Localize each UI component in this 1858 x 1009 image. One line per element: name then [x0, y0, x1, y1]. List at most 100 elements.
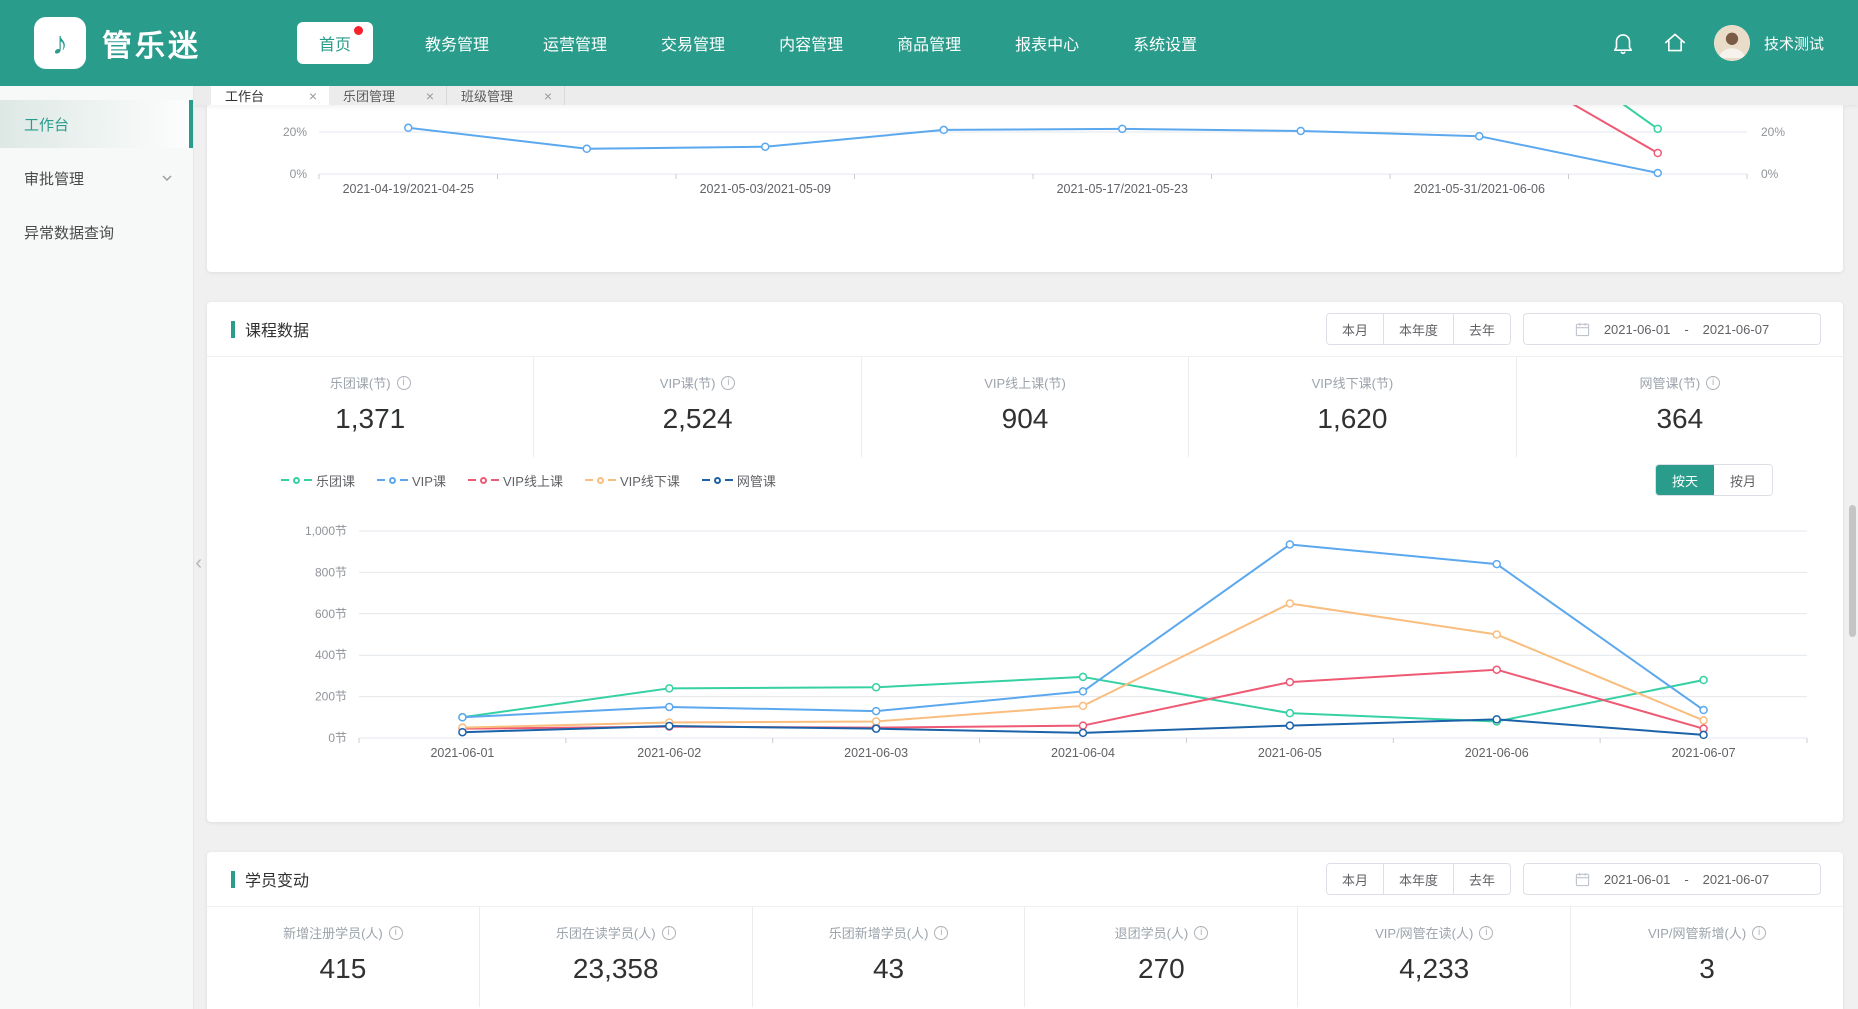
period-month-button[interactable]: 本月 — [1327, 314, 1384, 344]
date-end-value[interactable]: 2021-06-07 — [1703, 872, 1770, 887]
stat-label: 退团学员(人) — [1115, 923, 1189, 942]
user-name[interactable]: 技术测试 — [1764, 33, 1824, 54]
legend-label: VIP课 — [412, 471, 446, 490]
user-avatar[interactable] — [1714, 25, 1750, 61]
info-icon[interactable]: i — [1706, 376, 1720, 390]
top-navbar: ♪ 管乐迷 首页 教务管理 运营管理 交易管理 内容管理 商品管理 报表中心 系… — [0, 0, 1858, 86]
svg-text:20%: 20% — [1761, 125, 1785, 139]
sidebar-item-abnormal-data[interactable]: 异常数据查询 — [0, 208, 193, 256]
date-range-picker[interactable]: 2021-06-01 - 2021-06-07 — [1523, 863, 1821, 895]
stat-value: 1,620 — [1189, 403, 1515, 435]
title-accent-bar — [231, 871, 235, 888]
info-icon[interactable]: i — [1479, 926, 1493, 940]
weekly-rate-card: 20%20%0%0%2021-04-19/2021-04-252021-05-0… — [207, 105, 1843, 272]
tab-workbench[interactable]: 工作台 × — [211, 86, 329, 105]
tab-class-label: 班级管理 — [461, 86, 513, 105]
sidebar-collapse-icon[interactable]: ‹ — [195, 552, 202, 575]
nav-item-operation[interactable]: 运营管理 — [541, 22, 609, 64]
info-icon[interactable]: i — [1194, 926, 1208, 940]
stat-orchestra-enrolled: 乐团在读学员(人)i 23,358 — [480, 907, 753, 1007]
date-start-value[interactable]: 2021-06-01 — [1604, 322, 1671, 337]
nav-item-trade[interactable]: 交易管理 — [659, 22, 727, 64]
svg-text:2021-05-31/2021-06-06: 2021-05-31/2021-06-06 — [1414, 182, 1545, 196]
students-stats-row: 新增注册学员(人)i 415 乐团在读学员(人)i 23,358 乐团新增学员(… — [207, 907, 1843, 1007]
svg-text:0%: 0% — [1761, 167, 1779, 181]
bell-icon[interactable] — [1610, 30, 1636, 56]
period-lastyear-button[interactable]: 去年 — [1454, 314, 1510, 344]
info-icon[interactable]: i — [662, 926, 676, 940]
stat-label: 网管课(节) — [1639, 373, 1700, 392]
stat-label: 新增注册学员(人) — [283, 923, 383, 942]
legend-item-vip-offline[interactable]: VIP线下课 — [585, 471, 680, 490]
stat-label: VIP课(节) — [660, 373, 716, 392]
legend-label: VIP线上课 — [503, 471, 563, 490]
legend-item-netmanage[interactable]: 网管课 — [702, 471, 776, 490]
date-range-picker[interactable]: 2021-06-01 - 2021-06-07 — [1523, 313, 1821, 345]
svg-text:2021-06-03: 2021-06-03 — [844, 746, 908, 760]
stat-vip-net-enrolled: VIP/网管在读(人) i 4,233 — [1298, 907, 1571, 1007]
sidebar-item-workbench-label: 工作台 — [24, 114, 69, 135]
page-scrollbar-thumb[interactable] — [1849, 505, 1856, 637]
svg-text:2021-05-17/2021-05-23: 2021-05-17/2021-05-23 — [1057, 182, 1188, 196]
svg-text:2021-05-03/2021-05-09: 2021-05-03/2021-05-09 — [700, 182, 831, 196]
students-title-text: 学员变动 — [245, 867, 309, 891]
stat-value: 270 — [1025, 953, 1297, 985]
info-icon[interactable]: i — [397, 376, 411, 390]
period-button-group: 本月 本年度 去年 — [1326, 313, 1511, 345]
tab-close-icon[interactable]: × — [309, 88, 317, 104]
course-data-card: 课程数据 本月 本年度 去年 2021-06-01 - 2021-06-07 — [207, 302, 1843, 822]
info-icon[interactable]: i — [1752, 926, 1766, 940]
stat-vip-lessons: VIP课(节) i 2,524 — [534, 357, 861, 457]
legend-item-vip[interactable]: VIP课 — [377, 471, 446, 490]
period-year-button[interactable]: 本年度 — [1384, 864, 1454, 894]
sidebar-item-workbench[interactable]: 工作台 — [0, 100, 193, 148]
stat-value: 43 — [753, 953, 1025, 985]
legend-item-vip-online[interactable]: VIP线上课 — [468, 471, 563, 490]
legend-row: 乐团课 VIP课 VIP线上课 VIP线下课 网管课 按天 按月 — [207, 457, 1843, 497]
nav-item-settings[interactable]: 系统设置 — [1131, 22, 1199, 64]
nav-item-academic[interactable]: 教务管理 — [423, 22, 491, 64]
tab-close-icon[interactable]: × — [544, 88, 552, 104]
tab-class[interactable]: 班级管理 × — [447, 86, 565, 105]
stat-value: 2,524 — [534, 403, 860, 435]
nav-item-home[interactable]: 首页 — [297, 22, 373, 64]
stat-label: VIP/网管新增(人) — [1648, 923, 1746, 942]
home-icon[interactable] — [1662, 30, 1688, 56]
tab-orchestra[interactable]: 乐团管理 × — [329, 86, 447, 105]
tab-close-icon[interactable]: × — [426, 88, 434, 104]
period-year-button[interactable]: 本年度 — [1384, 314, 1454, 344]
nav-item-goods[interactable]: 商品管理 — [895, 22, 963, 64]
date-start-value[interactable]: 2021-06-01 — [1604, 872, 1671, 887]
sidebar: 工作台 审批管理 异常数据查询 ‹ — [0, 86, 194, 1009]
svg-text:2021-04-19/2021-04-25: 2021-04-19/2021-04-25 — [343, 182, 474, 196]
legend-item-orchestra[interactable]: 乐团课 — [281, 471, 355, 490]
brand-name: 管乐迷 — [102, 21, 201, 65]
nav-item-report[interactable]: 报表中心 — [1013, 22, 1081, 64]
granularity-toggle: 按天 按月 — [1655, 464, 1773, 496]
stat-value: 4,233 — [1298, 953, 1570, 985]
stat-label: VIP/网管在读(人) — [1375, 923, 1473, 942]
info-icon[interactable]: i — [721, 376, 735, 390]
by-month-button[interactable]: 按月 — [1714, 465, 1772, 495]
course-stats-row: 乐团课(节)i 1,371 VIP课(节)i 2,524 VIP线上课(节) 9… — [207, 357, 1843, 457]
info-icon[interactable]: i — [934, 926, 948, 940]
period-lastyear-button[interactable]: 去年 — [1454, 864, 1510, 894]
stat-orchestra-new: 乐团新增学员(人)i 43 — [753, 907, 1026, 1007]
stat-vip-offline-lessons: VIP线下课(节) 1,620 — [1189, 357, 1516, 457]
nav-item-content[interactable]: 内容管理 — [777, 22, 845, 64]
period-month-button[interactable]: 本月 — [1327, 864, 1384, 894]
svg-text:400节: 400节 — [315, 648, 347, 662]
svg-text:2021-06-06: 2021-06-06 — [1465, 746, 1529, 760]
info-icon[interactable]: i — [389, 926, 403, 940]
section-title-course: 课程数据 — [231, 317, 309, 341]
tab-orchestra-label: 乐团管理 — [343, 86, 395, 105]
by-day-button[interactable]: 按天 — [1656, 465, 1714, 495]
sidebar-item-approval[interactable]: 审批管理 — [0, 154, 193, 202]
stat-label: VIP线下课(节) — [1312, 373, 1394, 392]
section-title-students: 学员变动 — [231, 867, 309, 891]
course-trend-chart: 0节200节400节600节800节1,000节2021-06-012021-0… — [207, 497, 1837, 827]
stat-new-registered: 新增注册学员(人)i 415 — [207, 907, 480, 1007]
tab-workbench-label: 工作台 — [225, 86, 264, 105]
date-end-value[interactable]: 2021-06-07 — [1703, 322, 1770, 337]
stat-netmanage-lessons: 网管课(节)i 364 — [1517, 357, 1843, 457]
